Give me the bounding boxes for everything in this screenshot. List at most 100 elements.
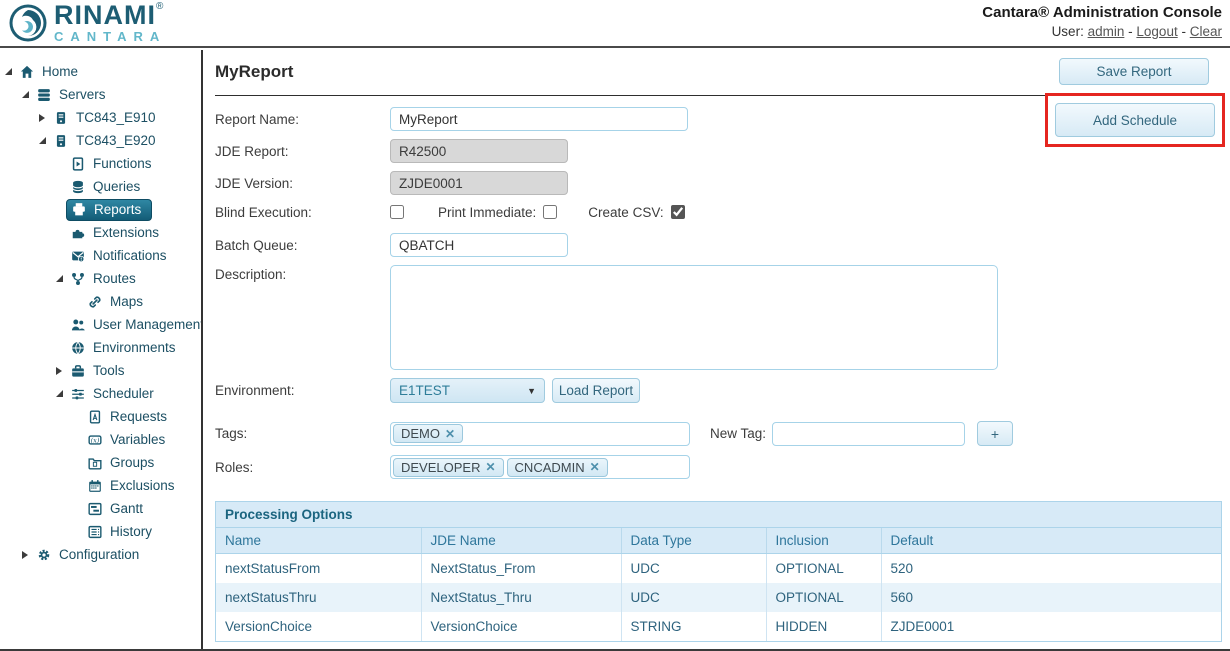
table-row[interactable]: nextStatusFromNextStatus_FromUDCOPTIONAL… bbox=[216, 554, 1221, 584]
sidebar-item-servers[interactable]: Servers bbox=[0, 83, 201, 106]
tree-expander-icon[interactable] bbox=[39, 113, 52, 123]
tree-expander-icon[interactable] bbox=[22, 550, 35, 560]
column-header: Name bbox=[216, 528, 421, 554]
batch-queue-label: Batch Queue: bbox=[215, 238, 390, 253]
add-schedule-button[interactable]: Add Schedule bbox=[1055, 103, 1215, 137]
description-textarea[interactable] bbox=[390, 265, 998, 370]
sidebar-item-variables[interactable]: (x) Variables bbox=[0, 428, 201, 451]
clear-link[interactable]: Clear bbox=[1190, 24, 1222, 39]
table-cell: OPTIONAL bbox=[766, 554, 881, 584]
table-cell: VersionChoice bbox=[421, 612, 621, 641]
sidebar-item-label: Home bbox=[39, 63, 81, 80]
sidebar-item-maps[interactable]: Maps bbox=[0, 290, 201, 313]
separator: - bbox=[1128, 24, 1133, 39]
sidebar-item-home[interactable]: Home bbox=[0, 60, 201, 83]
role-chip: DEVELOPER ✕ bbox=[393, 458, 504, 477]
sidebar-item-tc843-e910[interactable]: TC843_E910 bbox=[0, 106, 201, 129]
processing-options-title: Processing Options bbox=[216, 502, 1221, 528]
user-line: User: admin - Logout - Clear bbox=[982, 24, 1222, 39]
load-report-button[interactable]: Load Report bbox=[552, 378, 640, 403]
calendar-icon bbox=[86, 478, 103, 493]
sidebar-item-exclusions[interactable]: Exclusions bbox=[0, 474, 201, 497]
sidebar-item-requests[interactable]: Requests bbox=[0, 405, 201, 428]
sidebar-item-environments[interactable]: Environments bbox=[0, 336, 201, 359]
logout-link[interactable]: Logout bbox=[1136, 24, 1177, 39]
roles-chip-container[interactable]: DEVELOPER ✕ CNCADMIN ✕ bbox=[390, 455, 690, 479]
functions-icon bbox=[69, 156, 86, 171]
sidebar-item-gantt[interactable]: Gantt bbox=[0, 497, 201, 520]
tree-expander-icon[interactable] bbox=[22, 90, 35, 100]
sidebar-item-queries[interactable]: Queries bbox=[0, 175, 201, 198]
sidebar-item-configuration[interactable]: Configuration bbox=[0, 543, 201, 566]
home-icon bbox=[18, 64, 35, 79]
sidebar-item-scheduler[interactable]: Scheduler bbox=[0, 382, 201, 405]
table-cell: 560 bbox=[881, 583, 1221, 612]
environment-select[interactable]: E1TEST ▼ bbox=[390, 378, 545, 403]
user-name-link[interactable]: admin bbox=[1088, 24, 1125, 39]
extensions-icon bbox=[69, 225, 86, 240]
remove-chip-icon[interactable]: ✕ bbox=[445, 427, 455, 441]
create-csv-label: Create CSV: bbox=[588, 205, 663, 220]
user-label: User: bbox=[1052, 24, 1084, 39]
table-cell: HIDDEN bbox=[766, 612, 881, 641]
sidebar-item-routes[interactable]: Routes bbox=[0, 267, 201, 290]
tree-expander-icon[interactable] bbox=[5, 67, 18, 77]
tree-spacer bbox=[56, 159, 69, 169]
jde-version-input bbox=[390, 171, 568, 195]
table-cell: UDC bbox=[621, 583, 766, 612]
link-icon bbox=[86, 294, 103, 309]
table-cell: nextStatusFrom bbox=[216, 554, 421, 584]
sidebar-item-history[interactable]: History bbox=[0, 520, 201, 543]
server-icon bbox=[52, 110, 69, 125]
sidebar-item-label: Notifications bbox=[90, 247, 170, 264]
main-content: MyReport Save Report Add Schedule Report… bbox=[205, 48, 1230, 651]
sidebar-item-label: Queries bbox=[90, 178, 143, 195]
sidebar-item-label: Routes bbox=[90, 270, 139, 287]
table-row[interactable]: nextStatusThruNextStatus_ThruUDCOPTIONAL… bbox=[216, 583, 1221, 612]
sidebar-item-functions[interactable]: Functions bbox=[0, 152, 201, 175]
sidebar-item-label: Gantt bbox=[107, 500, 146, 517]
tags-chip-container[interactable]: DEMO✕ bbox=[390, 422, 690, 446]
save-report-button[interactable]: Save Report bbox=[1059, 58, 1209, 85]
logo-brand-text: RINAMI bbox=[54, 0, 156, 30]
sidebar-item-label: Environments bbox=[90, 339, 179, 356]
new-tag-label: New Tag: bbox=[710, 426, 772, 441]
sidebar-item-user-management[interactable]: User Management bbox=[0, 313, 201, 336]
role-chip-label: DEVELOPER bbox=[401, 460, 480, 475]
tree-expander-icon[interactable] bbox=[56, 389, 69, 399]
sidebar-item-tc843-e920[interactable]: TC843_E920 bbox=[0, 129, 201, 152]
print-immediate-checkbox[interactable] bbox=[543, 205, 557, 219]
tag-chip: DEMO✕ bbox=[393, 424, 463, 443]
sidebar-item-label: Groups bbox=[107, 454, 157, 471]
sidebar-item-extensions[interactable]: Extensions bbox=[0, 221, 201, 244]
sidebar-item-groups[interactable]: Groups bbox=[0, 451, 201, 474]
tree-spacer bbox=[73, 481, 86, 491]
report-name-input[interactable] bbox=[390, 107, 688, 131]
sidebar-item-notifications[interactable]: Notifications bbox=[0, 244, 201, 267]
variables-icon: (x) bbox=[86, 432, 103, 447]
tree-expander-icon[interactable] bbox=[56, 366, 69, 376]
sidebar-item-label: Variables bbox=[107, 431, 168, 448]
table-cell: UDC bbox=[621, 554, 766, 584]
jde-report-label: JDE Report: bbox=[215, 144, 390, 159]
column-header: Inclusion bbox=[766, 528, 881, 554]
doc-icon bbox=[86, 409, 103, 424]
sidebar-item-tools[interactable]: Tools bbox=[0, 359, 201, 382]
role-chip-label: CNCADMIN bbox=[515, 460, 585, 475]
batch-queue-input[interactable] bbox=[390, 233, 568, 257]
remove-chip-icon[interactable]: ✕ bbox=[485, 460, 495, 474]
tree-spacer bbox=[73, 504, 86, 514]
sidebar-item-reports[interactable]: Reports bbox=[0, 198, 201, 221]
add-tag-button[interactable]: + bbox=[977, 421, 1013, 446]
table-row[interactable]: VersionChoiceVersionChoiceSTRINGHIDDENZJ… bbox=[216, 612, 1221, 641]
tree-expander-icon[interactable] bbox=[39, 136, 52, 146]
tree-spacer bbox=[73, 412, 86, 422]
table-cell: STRING bbox=[621, 612, 766, 641]
new-tag-input[interactable] bbox=[772, 422, 965, 446]
column-header: Data Type bbox=[621, 528, 766, 554]
tree-expander-icon[interactable] bbox=[56, 274, 69, 284]
create-csv-checkbox[interactable] bbox=[671, 205, 685, 219]
users-icon bbox=[69, 317, 86, 332]
blind-execution-checkbox[interactable] bbox=[390, 205, 404, 219]
remove-chip-icon[interactable]: ✕ bbox=[590, 460, 600, 474]
